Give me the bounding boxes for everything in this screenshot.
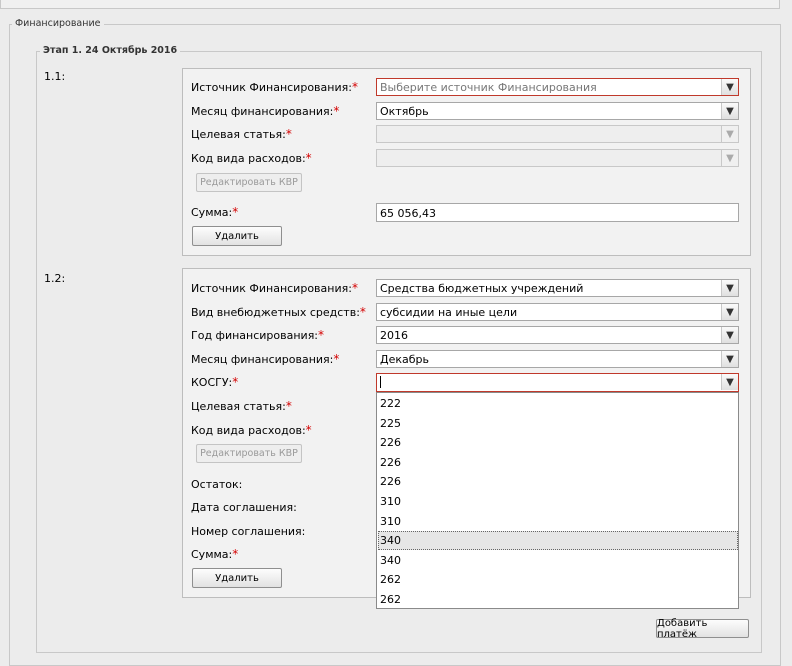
month-select[interactable]: Октябрь ▼	[376, 102, 739, 120]
kosgu-option[interactable]: 310	[378, 492, 738, 511]
source-select[interactable]: Выберите источник Финансирования ▼	[376, 78, 739, 96]
balance-label: Остаток:	[191, 478, 243, 491]
kosgu-option[interactable]: 340	[378, 551, 738, 570]
year-select[interactable]: 2016 ▼	[376, 326, 739, 344]
offbudget-label: Вид внебюджетных средств:*	[191, 305, 366, 319]
delete-button[interactable]: Удалить	[192, 568, 282, 588]
add-payment-button[interactable]: Добавить платёж	[656, 618, 749, 640]
stage-legend: Этап 1. 24 Октябрь 2016	[40, 45, 181, 57]
chevron-down-icon[interactable]: ▼	[721, 79, 738, 95]
expense-label: Код вида расходов:*	[191, 151, 312, 165]
expense-label: Код вида расходов:*	[191, 423, 312, 437]
sum-label: Сумма:*	[191, 205, 239, 219]
agreement-date-label: Дата соглашения:	[191, 501, 297, 514]
chevron-down-icon[interactable]: ▼	[721, 327, 738, 343]
chevron-down-icon[interactable]: ▼	[721, 150, 738, 166]
delete-button[interactable]: Удалить	[192, 226, 282, 246]
kosgu-option[interactable]: 226	[378, 472, 738, 491]
kosgu-option[interactable]: 262	[378, 590, 738, 609]
chevron-down-icon[interactable]: ▼	[721, 280, 738, 296]
kosgu-option[interactable]: 340	[378, 531, 738, 551]
source-label: Источник Финансирования:*	[191, 80, 358, 94]
kosgu-option[interactable]: 310	[378, 512, 738, 531]
block-number: 1.2:	[44, 272, 66, 285]
month-select[interactable]: Декабрь ▼	[376, 350, 739, 368]
article-label: Целевая статья:*	[191, 127, 292, 141]
kosgu-option[interactable]: 222	[378, 394, 738, 413]
sum-input[interactable]: 65 056,43	[376, 203, 739, 222]
chevron-down-icon[interactable]: ▼	[721, 374, 738, 390]
edit-kvr-button[interactable]: Редактировать КВР	[196, 444, 302, 463]
text-cursor	[380, 376, 381, 388]
month-label: Месяц финансирования:*	[191, 104, 340, 118]
year-label: Год финансирования:*	[191, 328, 325, 342]
chevron-down-icon[interactable]: ▼	[721, 351, 738, 367]
kosgu-option[interactable]: 225	[378, 414, 738, 433]
chevron-down-icon[interactable]: ▼	[721, 126, 738, 142]
sum-label: Сумма:*	[191, 547, 239, 561]
block-number: 1.1:	[44, 70, 66, 83]
top-panel-edge	[0, 0, 780, 9]
chevron-down-icon[interactable]: ▼	[721, 304, 738, 320]
kosgu-dropdown-list[interactable]: 222 225 226 226 226 310 310 340 340 262 262	[376, 392, 739, 609]
edit-kvr-button[interactable]: Редактировать КВР	[196, 173, 302, 192]
article-select[interactable]: ▼	[376, 125, 739, 143]
financing-legend: Финансирование	[12, 18, 104, 30]
article-label: Целевая статья:*	[191, 399, 292, 413]
kosgu-option[interactable]: 262	[378, 570, 738, 589]
expense-select[interactable]: ▼	[376, 149, 739, 167]
kosgu-combobox[interactable]: ▼	[376, 373, 739, 392]
kosgu-label: КОСГУ:*	[191, 375, 239, 389]
offbudget-select[interactable]: субсидии на иные цели ▼	[376, 303, 739, 321]
source-select[interactable]: Средства бюджетных учреждений ▼	[376, 279, 739, 297]
kosgu-option[interactable]: 226	[378, 453, 738, 472]
source-label: Источник Финансирования:*	[191, 281, 358, 295]
kosgu-option[interactable]: 226	[378, 433, 738, 452]
month-label: Месяц финансирования:*	[191, 352, 340, 366]
agreement-number-label: Номер соглашения:	[191, 525, 306, 538]
chevron-down-icon[interactable]: ▼	[721, 103, 738, 119]
